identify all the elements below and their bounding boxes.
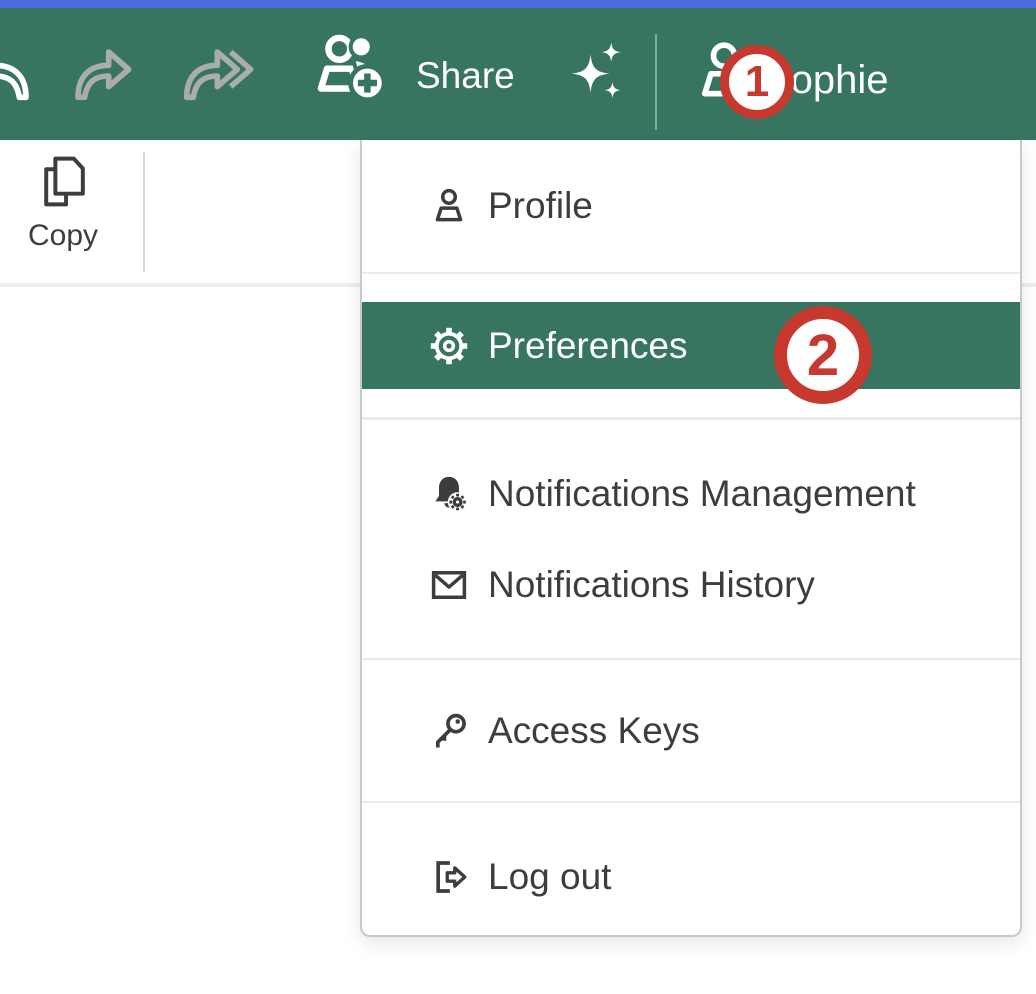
person-icon: [428, 185, 470, 227]
browser-accent-bar: [0, 0, 1036, 8]
header-divider: [655, 34, 657, 130]
share-person-add-icon: [310, 30, 392, 106]
menu-section-notifications: Notifications Management Notifications H…: [362, 420, 1020, 658]
undo-button[interactable]: [0, 40, 34, 109]
menu-item-label: Profile: [488, 185, 593, 227]
menu-item-access-keys[interactable]: Access Keys: [362, 685, 1020, 776]
menu-item-label: Log out: [488, 856, 611, 898]
menu-item-notifications-history[interactable]: Notifications History: [362, 539, 1020, 630]
copy-icon: [37, 154, 89, 212]
menu-section-preferences: Preferences: [362, 274, 1020, 417]
sparkle-ai-icon: [566, 38, 628, 104]
redo-all-button[interactable]: [178, 40, 254, 109]
logout-icon: [428, 856, 470, 898]
step-annotation-1-number: 1: [745, 57, 769, 107]
app-header: Share Sophie: [0, 8, 1036, 140]
redo-button[interactable]: [70, 40, 134, 109]
copy-button[interactable]: Copy: [18, 154, 108, 252]
key-icon: [428, 710, 470, 752]
step-annotation-2: 2: [774, 306, 872, 404]
menu-item-label: Notifications Management: [488, 473, 916, 515]
menu-item-preferences[interactable]: Preferences: [362, 302, 1020, 389]
menu-section-access-keys: Access Keys: [362, 660, 1020, 801]
menu-item-label: Access Keys: [488, 710, 700, 752]
gear-icon: [428, 325, 470, 367]
undo-icon: [0, 40, 34, 104]
menu-item-label: Preferences: [488, 325, 688, 367]
envelope-icon: [428, 564, 470, 606]
step-annotation-1: 1: [720, 45, 794, 119]
screen: Share Sophie: [0, 0, 1036, 994]
toolbar-divider: [143, 152, 145, 272]
menu-item-profile[interactable]: Profile: [362, 161, 1020, 252]
step-annotation-2-number: 2: [807, 322, 839, 389]
menu-section-profile: Profile: [362, 140, 1020, 272]
menu-section-logout: Log out: [362, 803, 1020, 935]
share-button[interactable]: [310, 30, 392, 111]
bell-gear-icon: [428, 473, 470, 515]
copy-button-label: Copy: [28, 220, 98, 252]
share-button-label[interactable]: Share: [416, 54, 515, 98]
menu-item-label: Notifications History: [488, 564, 815, 606]
menu-item-logout[interactable]: Log out: [362, 831, 1020, 922]
redo-icon: [70, 40, 134, 104]
user-dropdown-menu: Profile: [360, 140, 1022, 937]
menu-item-notifications-management[interactable]: Notifications Management: [362, 448, 1020, 539]
ai-assistant-button[interactable]: [566, 38, 628, 109]
redo-all-icon: [178, 40, 254, 104]
